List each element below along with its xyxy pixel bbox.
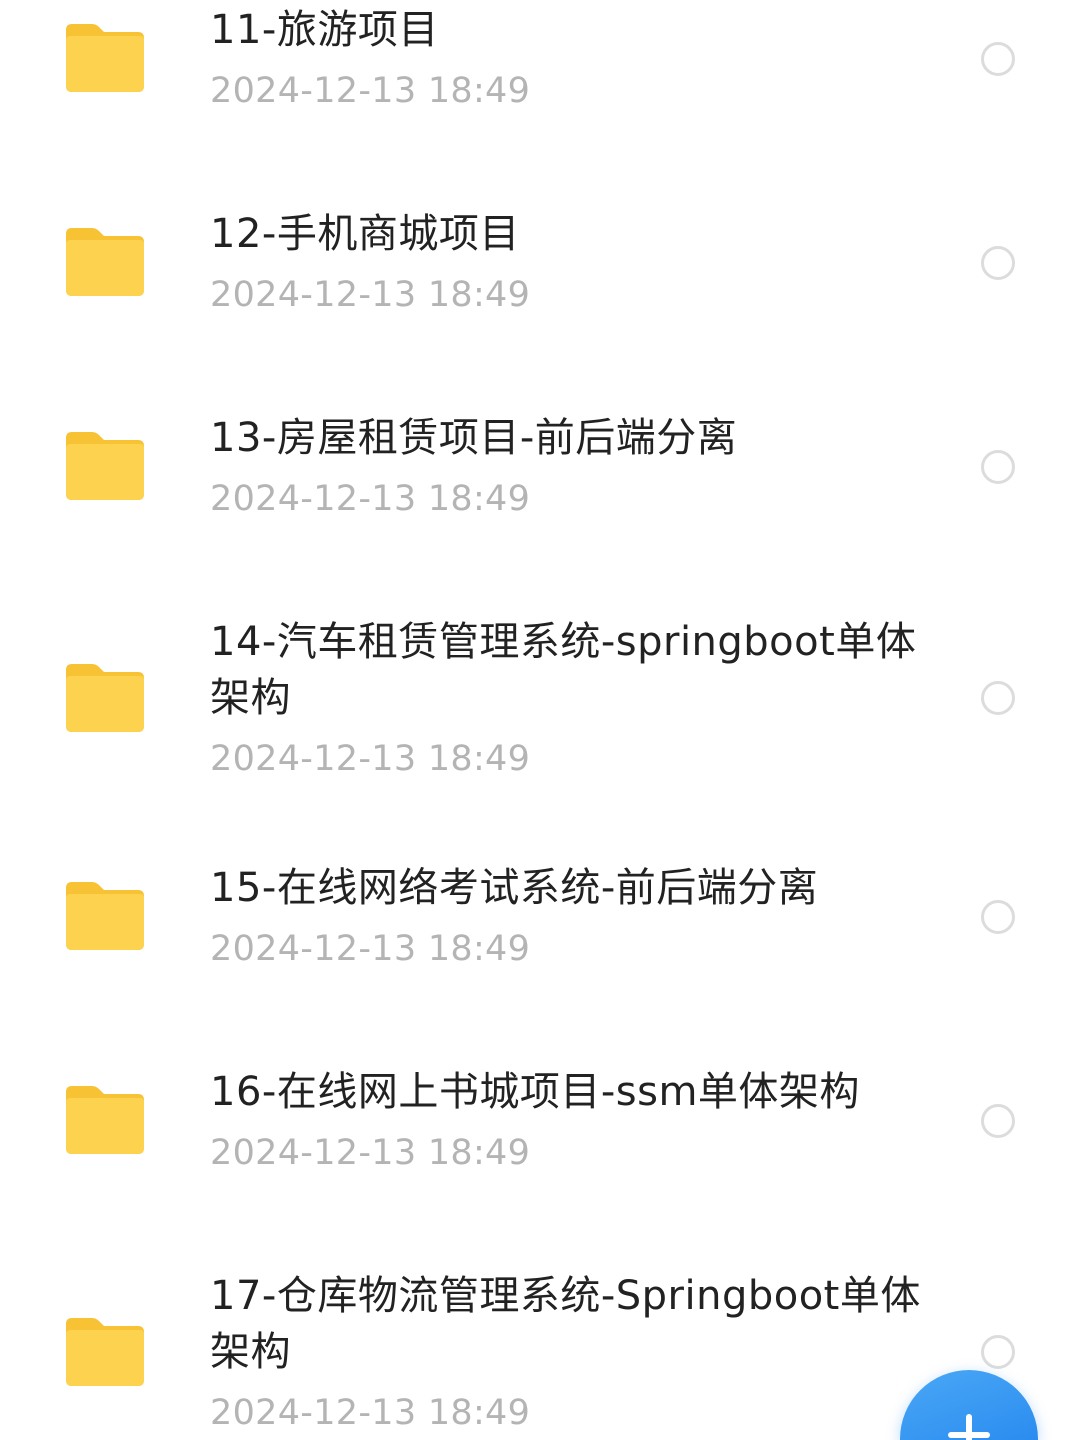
radio-unchecked-icon[interactable] (981, 42, 1015, 76)
item-name: 14-汽车租赁管理系统-springboot单体架构 (210, 619, 917, 721)
item-date: 2024-12-13 18:49 (210, 1393, 531, 1433)
item-name: 12-手机商城项目 (210, 211, 520, 257)
folder-icon (62, 428, 146, 502)
item-name: 17-仓库物流管理系统-Springboot单体架构 (210, 1273, 921, 1375)
item-date: 2024-12-13 18:49 (210, 929, 531, 969)
folder-icon (62, 20, 146, 94)
file-list: 11-旅游项目 2024-12-13 18:49 12-手机商城项目 2024-… (0, 0, 1080, 1440)
radio-unchecked-icon[interactable] (981, 450, 1015, 484)
item-name: 11-旅游项目 (210, 7, 439, 53)
item-name: 15-在线网络考试系统-前后端分离 (210, 865, 819, 911)
item-date: 2024-12-13 18:49 (210, 71, 531, 111)
item-date: 2024-12-13 18:49 (210, 1133, 531, 1173)
radio-unchecked-icon[interactable] (981, 1335, 1015, 1369)
item-date: 2024-12-13 18:49 (210, 275, 531, 315)
item-date: 2024-12-13 18:49 (210, 479, 531, 519)
folder-icon (62, 1314, 146, 1388)
folder-icon (62, 878, 146, 952)
folder-icon (62, 224, 146, 298)
item-name: 13-房屋租赁项目-前后端分离 (210, 415, 738, 461)
folder-icon (62, 1082, 146, 1156)
item-date: 2024-12-13 18:49 (210, 739, 531, 779)
radio-unchecked-icon[interactable] (981, 900, 1015, 934)
radio-unchecked-icon[interactable] (981, 681, 1015, 715)
folder-icon (62, 660, 146, 734)
radio-unchecked-icon[interactable] (981, 1104, 1015, 1138)
radio-unchecked-icon[interactable] (981, 246, 1015, 280)
item-name: 16-在线网上书城项目-ssm单体架构 (210, 1069, 860, 1115)
